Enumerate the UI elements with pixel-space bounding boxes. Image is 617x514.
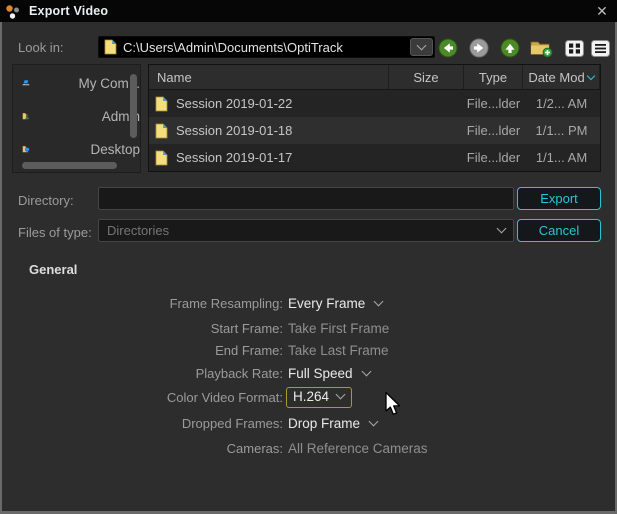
- back-button[interactable]: [437, 37, 459, 59]
- sidebar-item-label: Admin: [40, 109, 140, 124]
- folder-icon: [22, 171, 44, 173]
- file-list: Name Size Type Date Mod Session 2019-01-…: [148, 64, 601, 172]
- setting-label: Dropped Frames:: [0, 416, 283, 431]
- setting-frame-resampling: Frame Resampling: Every Frame: [0, 292, 617, 314]
- export-button[interactable]: Export: [517, 187, 601, 210]
- chevron-down-icon[interactable]: [361, 366, 371, 376]
- setting-start-frame: Start Frame: Take First Frame: [0, 317, 617, 339]
- sidebar-item-desktop[interactable]: Desktop: [13, 134, 140, 164]
- setting-dropped-frames: Dropped Frames: Drop Frame: [0, 412, 617, 434]
- files-of-type-select[interactable]: Directories: [98, 219, 514, 242]
- folder-page-icon: [155, 96, 168, 112]
- sidebar-item-label: My Com...: [40, 76, 140, 91]
- setting-label: Color Video Format:: [0, 390, 283, 405]
- chevron-down-icon: [497, 224, 507, 234]
- file-type: File...lder: [464, 150, 523, 165]
- file-list-header: Name Size Type Date Mod: [149, 65, 600, 90]
- setting-label: Cameras:: [0, 441, 283, 456]
- directory-input[interactable]: [98, 187, 514, 210]
- chevron-down-icon: [336, 389, 346, 399]
- file-type: File...lder: [464, 96, 523, 111]
- directory-label: Directory:: [18, 193, 74, 208]
- look-in-label: Look in:: [18, 40, 64, 55]
- setting-cameras: Cameras: All Reference Cameras: [0, 437, 617, 459]
- setting-end-frame: End Frame: Take Last Frame: [0, 339, 617, 361]
- path-combobox[interactable]: C:\Users\Admin\Documents\OptiTrack: [98, 36, 435, 58]
- chevron-down-icon[interactable]: [369, 416, 379, 426]
- color-video-format-dropdown[interactable]: H.264: [286, 387, 352, 408]
- file-name: Session 2019-01-17: [176, 150, 292, 165]
- column-header-name[interactable]: Name: [149, 65, 389, 89]
- up-directory-button[interactable]: [499, 37, 521, 59]
- folder-page-icon: [104, 39, 117, 55]
- setting-playback-rate: Playback Rate: Full Speed: [0, 362, 617, 384]
- user-folder-icon: [22, 105, 30, 127]
- list-view-icon: [591, 40, 610, 57]
- file-name: Session 2019-01-22: [176, 96, 292, 111]
- sidebar-item-label: Desktop: [40, 142, 140, 157]
- forward-button[interactable]: [468, 37, 490, 59]
- sort-descending-icon: [586, 71, 594, 79]
- sidebar-horizontal-scrollbar[interactable]: [22, 162, 117, 169]
- table-row[interactable]: Session 2019-01-22 File...lder 1/2... AM: [149, 90, 600, 117]
- folder-page-icon: [155, 123, 168, 139]
- file-date: 1/1... PM: [523, 123, 600, 138]
- files-of-type-label: Files of type:: [18, 225, 92, 240]
- folder-page-icon: [155, 150, 168, 166]
- sidebar-vertical-scrollbar[interactable]: [130, 74, 137, 138]
- general-section-title: General: [29, 262, 77, 277]
- end-frame-value: Take Last Frame: [288, 343, 389, 358]
- mouse-cursor: [384, 391, 402, 418]
- app-logo-icon: [4, 3, 22, 20]
- close-icon[interactable]: ✕: [594, 3, 610, 19]
- file-date: 1/2... AM: [523, 96, 600, 111]
- column-header-size[interactable]: Size: [389, 65, 464, 89]
- setting-label: Start Frame:: [0, 321, 283, 336]
- forward-icon: [469, 38, 489, 58]
- detail-view-button[interactable]: [589, 37, 611, 59]
- frame-resampling-dropdown[interactable]: Every Frame: [288, 296, 365, 311]
- export-video-dialog: Export Video ✕ Look in: C:\Users\Admin\D…: [0, 0, 617, 514]
- path-dropdown-button[interactable]: [410, 38, 433, 56]
- sidebar-item-admin[interactable]: Admin: [13, 101, 140, 131]
- column-header-date-modified[interactable]: Date Mod: [523, 65, 600, 89]
- table-row[interactable]: Session 2019-01-17 File...lder 1/1... AM: [149, 144, 600, 171]
- current-path: C:\Users\Admin\Documents\OptiTrack: [123, 40, 410, 55]
- desktop-folder-icon: [22, 138, 30, 160]
- playback-rate-dropdown[interactable]: Full Speed: [288, 366, 353, 381]
- grid-view-icon: [565, 40, 584, 57]
- chevron-down-icon[interactable]: [374, 296, 384, 306]
- icon-view-button[interactable]: [563, 37, 585, 59]
- setting-color-video-format: Color Video Format: H.264: [0, 384, 617, 410]
- cameras-value: All Reference Cameras: [288, 441, 428, 456]
- setting-label: End Frame:: [0, 343, 283, 358]
- dialog-title: Export Video: [29, 4, 108, 18]
- setting-label: Frame Resampling:: [0, 296, 283, 311]
- back-icon: [438, 38, 458, 58]
- file-name: Session 2019-01-18: [176, 123, 292, 138]
- color-video-format-value: H.264: [293, 389, 329, 404]
- files-of-type-value: Directories: [107, 223, 498, 238]
- cancel-button[interactable]: Cancel: [517, 219, 601, 242]
- column-header-type[interactable]: Type: [464, 65, 523, 89]
- start-frame-value: Take First Frame: [288, 321, 389, 336]
- sidebar-item-my-computer[interactable]: My Com...: [13, 68, 140, 98]
- places-sidebar: My Com... Admin Desktop: [12, 64, 141, 173]
- title-bar: Export Video ✕: [0, 0, 617, 22]
- computer-icon: [22, 73, 30, 93]
- table-row[interactable]: Session 2019-01-18 File...lder 1/1... PM: [149, 117, 600, 144]
- new-folder-icon: [529, 38, 553, 58]
- dropped-frames-dropdown[interactable]: Drop Frame: [288, 416, 360, 431]
- setting-label: Playback Rate:: [0, 366, 283, 381]
- file-date: 1/1... AM: [523, 150, 600, 165]
- file-type: File...lder: [464, 123, 523, 138]
- up-arrow-icon: [500, 38, 520, 58]
- new-folder-button[interactable]: [527, 37, 555, 59]
- chevron-down-icon: [417, 40, 427, 50]
